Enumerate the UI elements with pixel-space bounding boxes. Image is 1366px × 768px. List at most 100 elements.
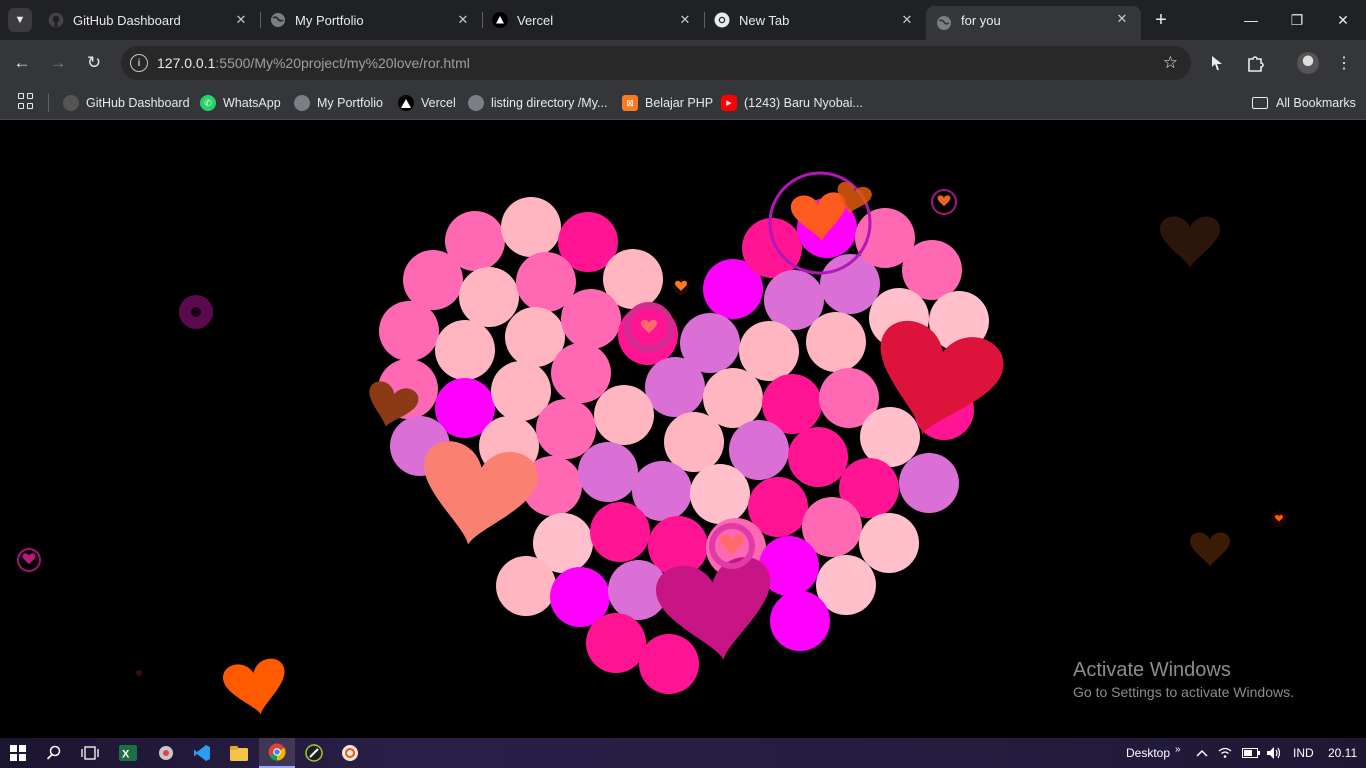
heart-shape: [223, 658, 285, 715]
heart-circle: [770, 591, 830, 651]
page-content: Activate Windows Go to Settings to activ…: [0, 121, 1366, 738]
close-icon[interactable]: ✕: [898, 11, 916, 29]
bookmark-label: Vercel: [421, 96, 456, 110]
bookmark-label: GitHub Dashboard: [86, 96, 190, 110]
desktop-toolbar[interactable]: Desktop »: [1126, 738, 1181, 768]
network-icon[interactable]: [1218, 738, 1232, 768]
globe-icon: [294, 95, 310, 111]
heart-circle: [435, 320, 495, 380]
arrow-right-icon: →: [49, 53, 67, 72]
clock[interactable]: 20.11: [1328, 738, 1357, 768]
close-icon[interactable]: ✕: [232, 11, 250, 29]
watermark-title: Activate Windows: [1073, 659, 1231, 681]
heart-shape: [22, 553, 36, 565]
heart-circle: [501, 197, 561, 257]
bookmark-vercel[interactable]: Vercel: [398, 91, 456, 115]
heart-circle: [664, 412, 724, 472]
heart-circle: [639, 634, 699, 694]
tab-new-tab[interactable]: New Tab ✕: [704, 6, 926, 34]
extensions-puzzle-icon[interactable]: [1243, 51, 1267, 75]
address-bar[interactable]: i 127.0.0.1:5500/My%20project/my%20love/…: [121, 46, 1191, 80]
github-icon: [48, 12, 64, 28]
heart-circle: [690, 464, 750, 524]
bookmark-github-dashboard[interactable]: GitHub Dashboard: [63, 91, 190, 115]
tab-vercel[interactable]: Vercel ✕: [482, 6, 705, 34]
windows-taskbar: X Desktop » IND 20.11: [0, 738, 1366, 768]
url-path: :5500/My%20project/my%20love/ror.html: [215, 55, 470, 71]
volume-icon[interactable]: [1266, 738, 1282, 768]
excel-icon[interactable]: X: [110, 738, 146, 768]
chevron-down-icon: ▼: [14, 14, 26, 26]
tab-title: GitHub Dashboard: [73, 12, 181, 28]
heart-shape: [424, 441, 538, 545]
reload-button[interactable]: ↻: [81, 50, 107, 76]
whatsapp-icon: ✆: [200, 95, 216, 111]
heart-circle: [788, 427, 848, 487]
vercel-icon: [398, 95, 414, 111]
bookmark-belajar-php[interactable]: ⊠ Belajar PHP: [622, 91, 713, 115]
back-button[interactable]: ←: [9, 50, 35, 76]
minimize-icon: —: [1244, 12, 1258, 28]
window-close-button[interactable]: ✕: [1320, 0, 1366, 40]
app-icon[interactable]: [148, 738, 184, 768]
tab-search-button[interactable]: ▼: [8, 8, 32, 32]
globe-icon: [468, 95, 484, 111]
bookmark-label: (1243) Baru Nyobai...: [744, 96, 863, 110]
browser-toolbar: ← → ↻ i 127.0.0.1:5500/My%20project/my%2…: [0, 40, 1366, 86]
heart-circle: [899, 453, 959, 513]
url-text[interactable]: 127.0.0.1:5500/My%20project/my%20love/ro…: [157, 55, 470, 71]
heart-circle: [594, 385, 654, 445]
minimize-button[interactable]: —: [1228, 0, 1274, 40]
bookmark-whatsapp[interactable]: ✆ WhatsApp: [200, 91, 281, 115]
app-icon[interactable]: [332, 738, 368, 768]
bookmark-star-icon[interactable]: ☆: [1163, 53, 1178, 73]
heart-circle: [459, 267, 519, 327]
watermark-subtitle: Go to Settings to activate Windows.: [1073, 684, 1294, 700]
heart-circle: [590, 502, 650, 562]
bookmark-label: My Portfolio: [317, 96, 383, 110]
tab-github-dashboard[interactable]: GitHub Dashboard ✕: [38, 6, 261, 34]
profile-avatar[interactable]: [1297, 52, 1319, 74]
tab-my-portfolio[interactable]: My Portfolio ✕: [260, 6, 483, 34]
language-indicator[interactable]: IND: [1293, 738, 1314, 768]
heart-circle: [578, 442, 638, 502]
tab-strip: ▼ GitHub Dashboard ✕ My Portfolio ✕ Verc…: [0, 0, 1366, 40]
apps-grid-icon[interactable]: [18, 93, 34, 109]
globe-icon: [270, 12, 286, 28]
tab-title: Vercel: [517, 12, 554, 28]
site-info-icon[interactable]: i: [130, 54, 148, 72]
new-tab-button[interactable]: +: [1150, 9, 1172, 31]
folder-icon: [1252, 97, 1268, 109]
vscode-icon[interactable]: [184, 738, 220, 768]
chrome-icon[interactable]: [259, 738, 295, 768]
task-view-icon[interactable]: [72, 738, 108, 768]
close-icon[interactable]: ✕: [1113, 10, 1131, 28]
bookmark-my-portfolio[interactable]: My Portfolio: [294, 91, 383, 115]
app-icon[interactable]: [296, 738, 332, 768]
bookmark-youtube[interactable]: ▶ (1243) Baru Nyobai...: [721, 91, 863, 115]
bookmarks-divider: [48, 94, 49, 112]
heart-animation: [17, 171, 1287, 715]
all-bookmarks-label: All Bookmarks: [1276, 96, 1356, 110]
tab-for-you[interactable]: for you ✕: [926, 6, 1141, 40]
heart-circle: [561, 289, 621, 349]
extension-cursor-icon[interactable]: [1205, 51, 1229, 75]
close-icon[interactable]: ✕: [676, 11, 694, 29]
battery-icon[interactable]: [1242, 738, 1260, 768]
bookmark-listing-directory[interactable]: listing directory /My...: [468, 91, 607, 115]
restore-button[interactable]: ❐: [1274, 0, 1320, 40]
github-icon: [63, 95, 79, 111]
file-explorer-icon[interactable]: [221, 738, 257, 768]
arrow-left-icon: ←: [13, 53, 31, 72]
menu-icon[interactable]: ⋮: [1332, 51, 1356, 75]
search-icon[interactable]: [36, 738, 72, 768]
tab-title: for you: [961, 12, 1001, 28]
heart-circle: [742, 218, 802, 278]
all-bookmarks-button[interactable]: All Bookmarks: [1252, 91, 1356, 115]
heart-shape: [937, 195, 951, 207]
heart-circle: [379, 301, 439, 361]
windows-start-icon[interactable]: [0, 738, 36, 768]
close-icon[interactable]: ✕: [454, 11, 472, 29]
tray-chevron-up-icon[interactable]: [1196, 738, 1208, 768]
forward-button[interactable]: →: [45, 50, 71, 76]
